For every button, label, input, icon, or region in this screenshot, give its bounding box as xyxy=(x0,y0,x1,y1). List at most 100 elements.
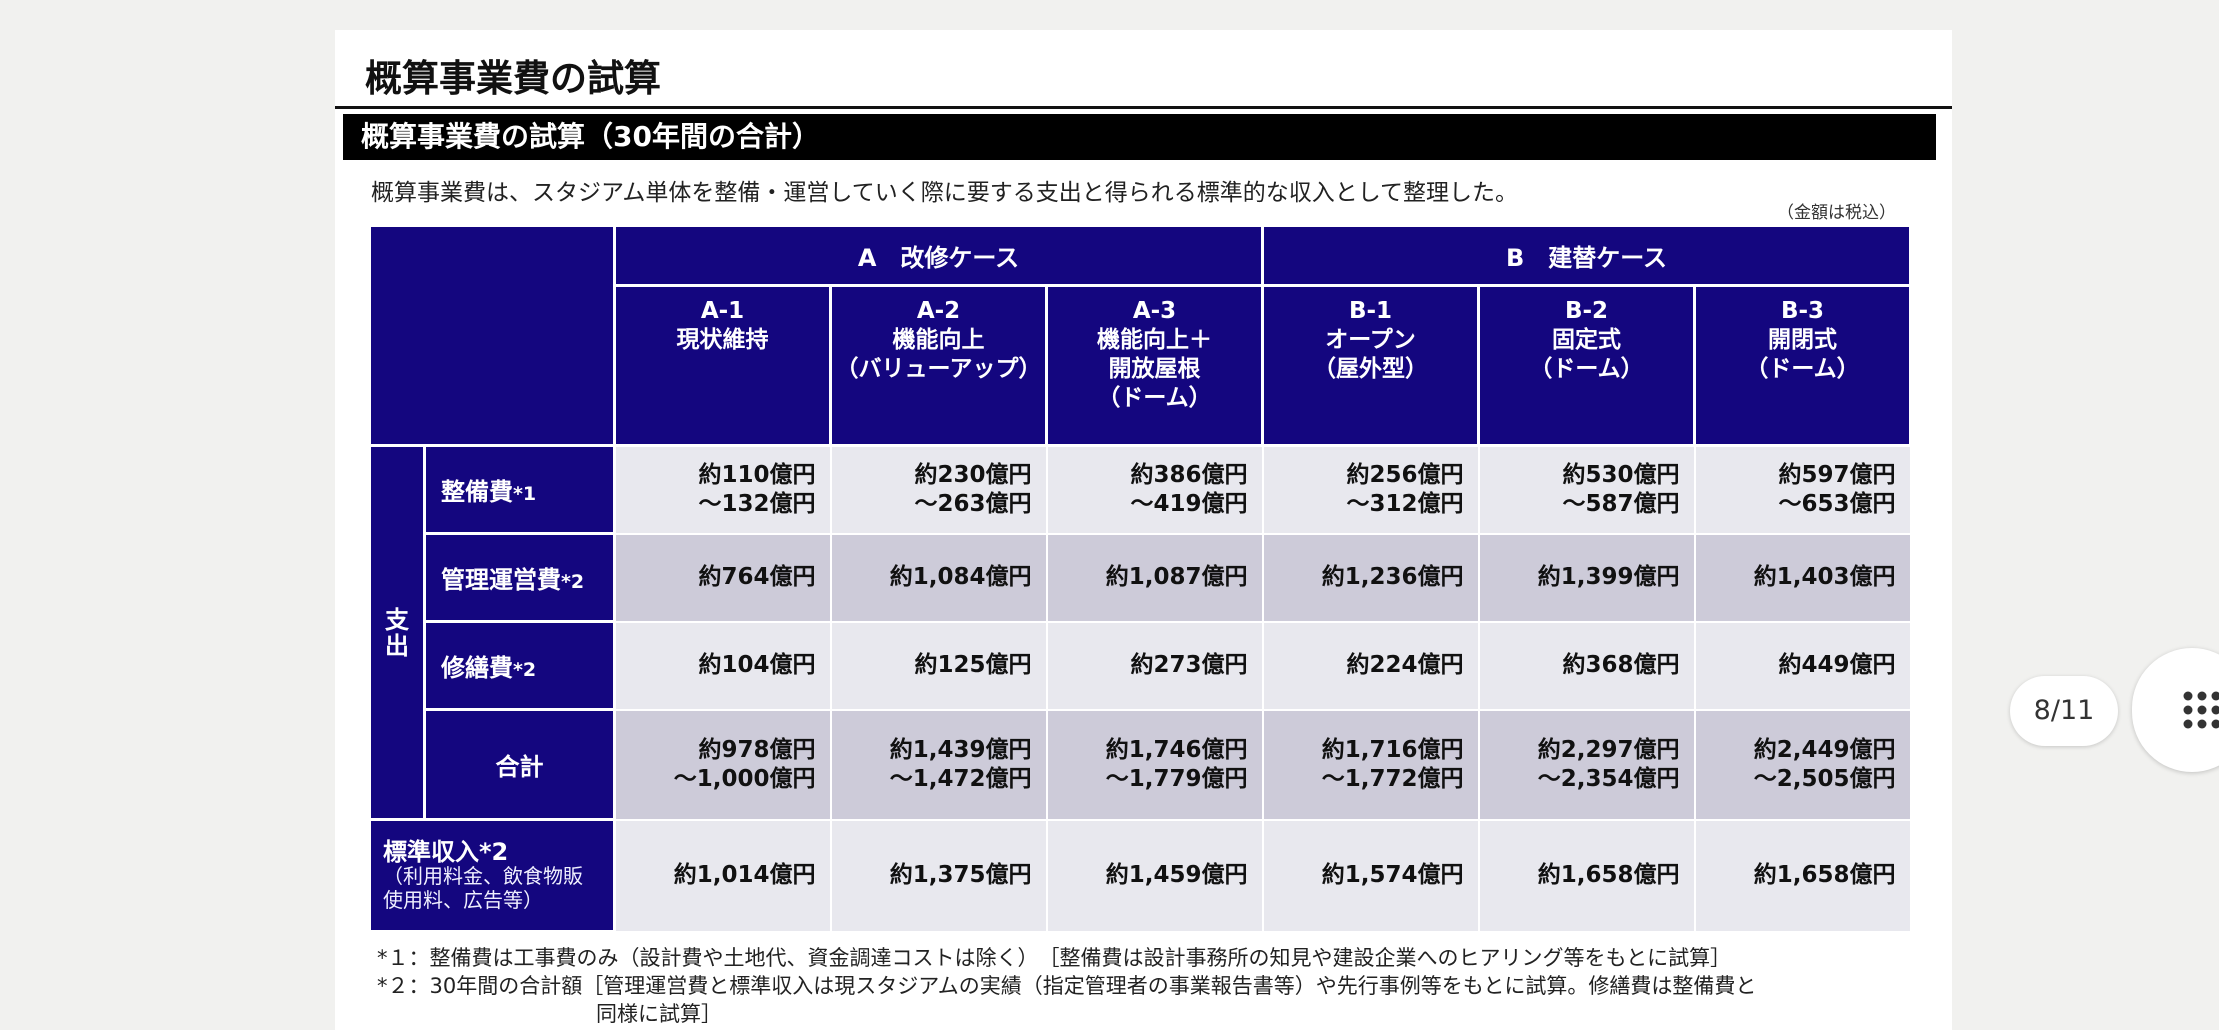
group-header-a: A 改修ケース xyxy=(615,226,1263,286)
table-cell: 約597億円～653億円 xyxy=(1695,446,1911,534)
cell-line: ～419億円 xyxy=(1048,490,1248,519)
tax-note: （金額は税込） xyxy=(1777,198,1896,223)
table-cell: 約978億円～1,000億円 xyxy=(615,710,831,820)
footnote-1: *１：整備費は工事費のみ（設計費や土地代、資金調達コストは除く） ［整備費は設計… xyxy=(377,944,1756,972)
cell-line: ～2,354億円 xyxy=(1480,765,1680,794)
intro-text: 概算事業費は、スタジアム単体を整備・運営していく際に要する支出と得られる標準的な… xyxy=(371,173,1518,207)
cell-line: 約1,439億円 xyxy=(832,736,1032,765)
page-indicator: 8/11 xyxy=(2010,676,2118,746)
row-label-total: 合計 xyxy=(425,710,615,820)
column-header-label: 固定式 xyxy=(1480,326,1693,355)
table-cell: 約1,399億円 xyxy=(1479,534,1695,622)
expense-group-label: 支 出 xyxy=(370,446,425,820)
table-cell: 約2,449億円～2,505億円 xyxy=(1695,710,1911,820)
row-label-text: 標準収入*2 xyxy=(383,840,613,864)
column-header: B-1 オープン （屋外型） xyxy=(1263,286,1479,446)
table-cell: 約368億円 xyxy=(1479,622,1695,710)
table-cell: 約1,087億円 xyxy=(1047,534,1263,622)
table-cell: 約1,014億円 xyxy=(615,820,831,932)
column-header: B-2 固定式 （ドーム） xyxy=(1479,286,1695,446)
column-header-label: 開閉式 xyxy=(1696,326,1909,355)
cell-line: ～132億円 xyxy=(616,490,816,519)
column-header-code: A-1 xyxy=(616,297,829,326)
table-cell: 約110億円～132億円 xyxy=(615,446,831,534)
cell-line: 約1,746億円 xyxy=(1048,736,1248,765)
table-cell: 約125億円 xyxy=(831,622,1047,710)
cell-line: ～1,000億円 xyxy=(616,765,816,794)
table-corner xyxy=(370,226,615,446)
table-cell: 約1,459億円 xyxy=(1047,820,1263,932)
column-header-code: B-2 xyxy=(1480,297,1693,326)
cell-line: ～1,772億円 xyxy=(1264,765,1464,794)
cell-line: ～1,472億円 xyxy=(832,765,1032,794)
table-cell: 約530億円～587億円 xyxy=(1479,446,1695,534)
cell-line: 約230億円 xyxy=(832,461,1032,490)
footnote-mark: *1 xyxy=(513,483,536,505)
column-header: A-1 現状維持 xyxy=(615,286,831,446)
title-divider xyxy=(335,106,1952,109)
row-label-seibi: 整備費*1 xyxy=(425,446,615,534)
table-row: 修繕費*2 約104億円 約125億円 約273億円 約224億円 約368億円… xyxy=(370,622,1911,710)
table-cell: 約1,236億円 xyxy=(1263,534,1479,622)
cell-line: ～587億円 xyxy=(1480,490,1680,519)
footnote-2: *２：30年間の合計額［管理運営費と標準収入は現スタジアムの実績（指定管理者の事… xyxy=(377,972,1756,1000)
row-label-note: （利用料金、飲食物販 xyxy=(383,864,613,888)
footnotes: *１：整備費は工事費のみ（設計費や土地代、資金調達コストは除く） ［整備費は設計… xyxy=(377,944,1756,1028)
column-header-code: B-3 xyxy=(1696,297,1909,326)
cell-line: ～2,505億円 xyxy=(1696,765,1896,794)
table-row: 標準収入*2 （利用料金、飲食物販 使用料、広告等） 約1,014億円 約1,3… xyxy=(370,820,1911,932)
table-cell: 約1,084億円 xyxy=(831,534,1047,622)
column-header-code: B-1 xyxy=(1264,297,1477,326)
column-header-label: 現状維持 xyxy=(616,326,829,355)
table-row: 合計 約978億円～1,000億円 約1,439億円～1,472億円 約1,74… xyxy=(370,710,1911,820)
row-label-shuzen: 修繕費*2 xyxy=(425,622,615,710)
column-header-code: A-2 xyxy=(832,297,1045,326)
cell-line: 約110億円 xyxy=(616,461,816,490)
grid-dots-icon xyxy=(2182,690,2219,730)
column-header: A-2 機能向上 （バリューアップ） xyxy=(831,286,1047,446)
footnote-mark: *2 xyxy=(513,659,536,681)
cell-line: 約978億円 xyxy=(616,736,816,765)
cell-line: 約1,716億円 xyxy=(1264,736,1464,765)
table-cell: 約224億円 xyxy=(1263,622,1479,710)
table-cell: 約1,375億円 xyxy=(831,820,1047,932)
cell-line: ～312億円 xyxy=(1264,490,1464,519)
slide: 概算事業費の試算 概算事業費の試算（30年間の合計） 概算事業費は、スタジアム単… xyxy=(335,30,1952,1030)
table-cell: 約764億円 xyxy=(615,534,831,622)
column-header-label: オープン xyxy=(1264,326,1477,355)
cell-line: 約256億円 xyxy=(1264,461,1464,490)
cell-line: 約2,297億円 xyxy=(1480,736,1680,765)
expense-label-char: 出 xyxy=(371,633,423,659)
menu-button[interactable] xyxy=(2132,648,2219,772)
table-cell: 約1,439億円～1,472億円 xyxy=(831,710,1047,820)
expense-label-char: 支 xyxy=(371,607,423,633)
cell-line: 約597億円 xyxy=(1696,461,1896,490)
column-header-code: A-3 xyxy=(1048,297,1261,326)
table-cell: 約273億円 xyxy=(1047,622,1263,710)
row-label-kanri: 管理運営費*2 xyxy=(425,534,615,622)
column-header-label: （ドーム） xyxy=(1480,355,1693,384)
cell-line: 約386億円 xyxy=(1048,461,1248,490)
column-header: A-3 機能向上＋ 開放屋根 （ドーム） xyxy=(1047,286,1263,446)
table-cell: 約1,658億円 xyxy=(1695,820,1911,932)
footnote-mark: *2 xyxy=(561,571,584,593)
table-cell: 約1,746億円～1,779億円 xyxy=(1047,710,1263,820)
cost-table: A 改修ケース B 建替ケース A-1 現状維持 A-2 機能向上 （バリューア… xyxy=(368,224,1912,933)
cell-line: ～263億円 xyxy=(832,490,1032,519)
column-header-label: 機能向上＋ xyxy=(1048,326,1261,355)
group-header-b: B 建替ケース xyxy=(1263,226,1911,286)
table-cell: 約1,658億円 xyxy=(1479,820,1695,932)
table-cell: 約2,297億円～2,354億円 xyxy=(1479,710,1695,820)
table-cell: 約256億円～312億円 xyxy=(1263,446,1479,534)
table-cell: 約1,574億円 xyxy=(1263,820,1479,932)
row-label-note: 使用料、広告等） xyxy=(383,888,613,912)
cell-line: 約530億円 xyxy=(1480,461,1680,490)
column-header-label: （ドーム） xyxy=(1048,384,1261,413)
row-label-text: 整備費 xyxy=(441,478,513,506)
row-label-text: 修繕費 xyxy=(441,654,513,682)
row-label-income: 標準収入*2 （利用料金、飲食物販 使用料、広告等） xyxy=(370,820,615,932)
page-title: 概算事業費の試算 xyxy=(365,48,661,102)
section-header: 概算事業費の試算（30年間の合計） xyxy=(343,114,1936,160)
table-cell: 約1,716億円～1,772億円 xyxy=(1263,710,1479,820)
row-label-text: 管理運営費 xyxy=(441,566,561,594)
